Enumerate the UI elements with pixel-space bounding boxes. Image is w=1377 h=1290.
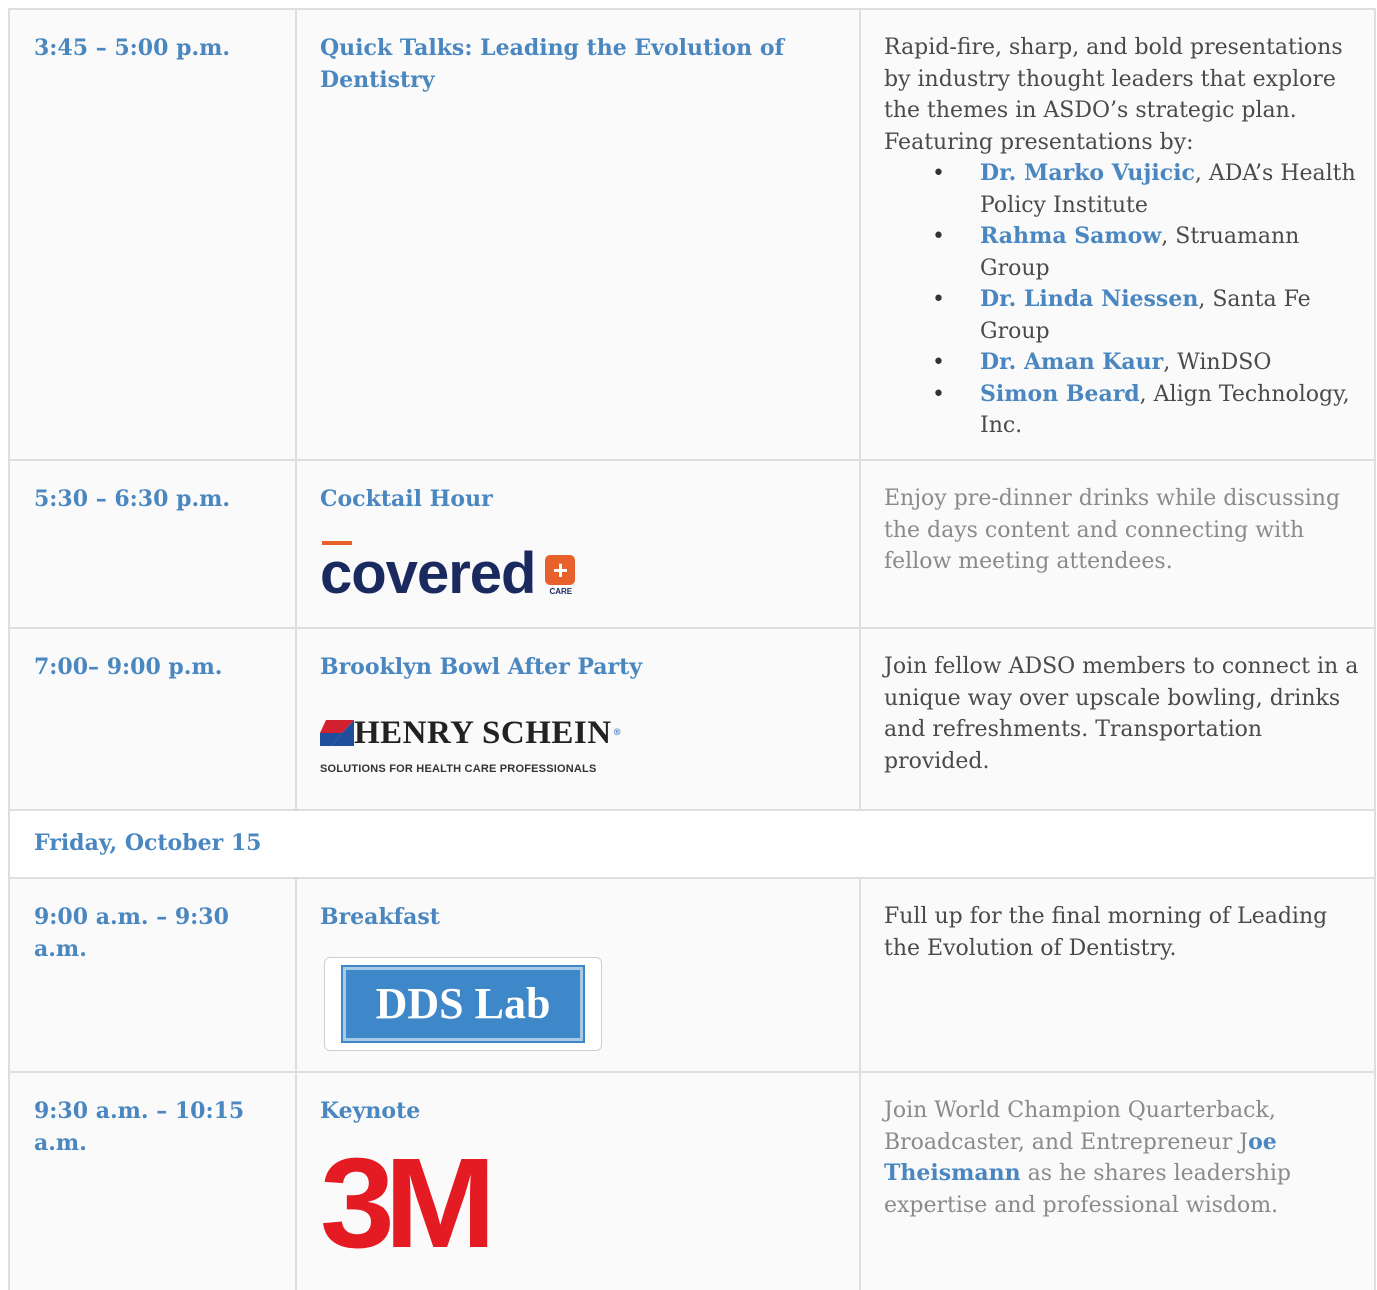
dds-lab-logo-text: DDS Lab xyxy=(375,979,551,1028)
session-description: Full up for the final morning of Leading… xyxy=(884,904,1328,961)
agenda-row: 3:45 – 5:00 p.m. Quick Talks: Leading th… xyxy=(8,8,1376,461)
speaker-name: Simon Beard xyxy=(980,380,1140,407)
speaker-item: Dr. Linda Niessen, Santa Fe Group xyxy=(932,284,1364,347)
agenda-table: 3:45 – 5:00 p.m. Quick Talks: Leading th… xyxy=(8,8,1376,1290)
speaker-list: Dr. Marko Vujicic, ADA’s Health Policy I… xyxy=(884,158,1364,442)
session-time: 5:30 – 6:30 p.m. xyxy=(34,486,231,512)
covered-logo-text: covered xyxy=(320,541,536,606)
session-description: Enjoy pre-dinner drinks while discussing… xyxy=(884,486,1341,574)
covered-care-text: CARE xyxy=(549,587,573,596)
session-title: Breakfast DDS Lab xyxy=(297,879,859,1051)
henry-schein-logo: HENRY SCHEIN ® SOLUTIONS FOR HEALTH CARE… xyxy=(320,717,835,785)
speaker-name: Dr. Linda Niessen xyxy=(980,286,1199,312)
plus-icon: + CARE xyxy=(545,555,576,596)
agenda-page: 3:45 – 5:00 p.m. Quick Talks: Leading th… xyxy=(8,8,1376,1290)
speaker-name: Dr. Marko Vujicic xyxy=(980,160,1195,186)
henry-schein-name: HENRY SCHEIN xyxy=(354,715,612,751)
speaker-item: Simon Beard, Align Technology, Inc. xyxy=(932,379,1364,442)
session-time: 9:00 a.m. – 9:30 a.m. xyxy=(34,904,229,962)
session-description: Join fellow ADSO members to connect in a… xyxy=(884,654,1359,774)
session-title: Keynote 3M xyxy=(297,1073,859,1275)
covered-logo-word: covered xyxy=(320,541,536,603)
session-description: Join World Champion Quarterback, Broadca… xyxy=(861,1073,1374,1221)
speaker-item: Rahma Samow, Struamann Group xyxy=(932,221,1364,284)
speaker-item: Dr. Aman Kaur, WinDSO xyxy=(932,347,1364,379)
session-title-text: Breakfast xyxy=(320,904,440,930)
registered-mark: ® xyxy=(612,728,622,738)
session-title: Cocktail Hour covered + CARE xyxy=(297,461,859,603)
session-time: 7:00– 9:00 p.m. xyxy=(34,654,223,680)
dds-lab-logo: DDS Lab xyxy=(324,957,602,1051)
henry-schein-tagline: SOLUTIONS FOR HEALTH CARE PROFESSIONALS xyxy=(320,763,597,775)
speaker-org: , WinDSO xyxy=(1163,350,1272,375)
description-intro: Rapid-fire, sharp, and bold presentation… xyxy=(884,35,1343,155)
speaker-name: Dr. Aman Kaur xyxy=(980,349,1164,375)
covered-bar-mark xyxy=(322,541,352,545)
henry-schein-flag-icon xyxy=(320,720,354,746)
session-time: 3:45 – 5:00 p.m. xyxy=(34,35,231,61)
session-title-text: Brooklyn Bowl After Party xyxy=(320,654,643,680)
3m-logo: 3M xyxy=(320,1132,496,1275)
day-heading: Friday, October 15 xyxy=(34,830,262,856)
session-time: 9:30 a.m. – 10:15 a.m. xyxy=(34,1098,245,1156)
agenda-row: 9:00 a.m. – 9:30 a.m. Breakfast DDS Lab … xyxy=(8,877,1376,1073)
agenda-row: 5:30 – 6:30 p.m. Cocktail Hour covered +… xyxy=(8,459,1376,629)
session-title: Quick Talks: Leading the Evolution of De… xyxy=(320,35,784,93)
day-heading-row: Friday, October 15 xyxy=(8,809,1376,879)
agenda-row: 7:00– 9:00 p.m. Brooklyn Bowl After Part… xyxy=(8,627,1376,811)
speaker-item: Dr. Marko Vujicic, ADA’s Health Policy I… xyxy=(932,158,1364,221)
session-title-text: Cocktail Hour xyxy=(320,486,493,512)
agenda-row: 9:30 a.m. – 10:15 a.m. Keynote 3M Join W… xyxy=(8,1071,1376,1290)
session-title: Brooklyn Bowl After Party HENRY SCHEIN ®… xyxy=(297,629,859,785)
description-text: Join World Champion Quarterback, Broadca… xyxy=(884,1098,1276,1155)
session-description: Rapid-fire, sharp, and bold presentation… xyxy=(861,10,1374,442)
speaker-name: Rahma Samow xyxy=(980,223,1162,249)
covered-plus-glyph: + xyxy=(552,555,569,585)
session-title-text: Keynote xyxy=(320,1098,421,1124)
covered-care-logo: covered + CARE xyxy=(320,541,835,603)
